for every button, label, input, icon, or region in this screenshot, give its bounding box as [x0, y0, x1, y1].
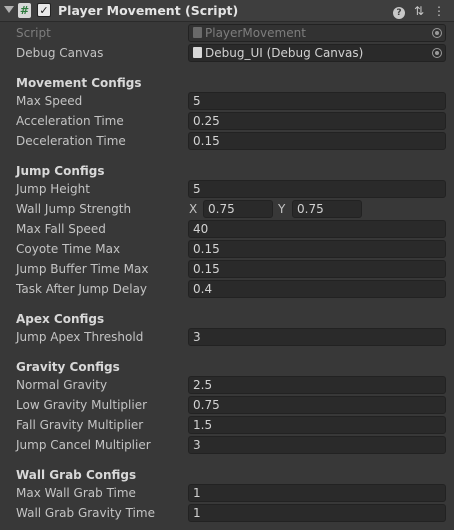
normal-gravity-label[interactable]: Normal Gravity: [16, 378, 107, 392]
max-wall-grab-time-label[interactable]: Max Wall Grab Time: [16, 486, 136, 500]
normal-gravity-field[interactable]: 2.5: [188, 376, 446, 394]
wall-jump-y-field[interactable]: 0.75: [292, 200, 362, 218]
script-value: PlayerMovement: [205, 26, 306, 40]
max-speed-field[interactable]: 5: [188, 92, 446, 110]
coyote-time-max-field[interactable]: 0.15: [188, 240, 446, 258]
apex-configs-header: Apex Configs: [16, 312, 105, 326]
enabled-checkbox[interactable]: ✓: [37, 3, 51, 17]
gravity-configs-header: Gravity Configs: [16, 360, 120, 374]
debug-canvas-field[interactable]: Debug_UI (Debug Canvas): [188, 44, 446, 62]
help-icon[interactable]: ?: [392, 3, 406, 19]
wall-grab-gravity-time-field[interactable]: 1: [188, 504, 446, 522]
presets-icon[interactable]: ⇅: [412, 3, 426, 19]
jump-buffer-time-max-label[interactable]: Jump Buffer Time Max: [16, 262, 149, 276]
script-field: PlayerMovement: [188, 24, 446, 42]
movement-configs-header: Movement Configs: [16, 76, 142, 90]
max-fall-speed-field[interactable]: 40: [188, 220, 446, 238]
task-after-jump-delay-field[interactable]: 0.4: [188, 280, 446, 298]
coyote-time-max-label[interactable]: Coyote Time Max: [16, 242, 120, 256]
low-gravity-multiplier-field[interactable]: 0.75: [188, 396, 446, 414]
wall-jump-strength-label[interactable]: Wall Jump Strength: [16, 202, 131, 216]
jump-apex-threshold-label[interactable]: Jump Apex Threshold: [16, 330, 143, 344]
script-file-icon: [193, 27, 202, 38]
jump-cancel-multiplier-field[interactable]: 3: [188, 436, 446, 454]
prefab-file-icon: [193, 47, 202, 58]
jump-cancel-multiplier-label[interactable]: Jump Cancel Multiplier: [16, 438, 151, 452]
task-after-jump-delay-label[interactable]: Task After Jump Delay: [16, 282, 147, 296]
script-icon: #: [18, 3, 31, 18]
max-wall-grab-time-field[interactable]: 1: [188, 484, 446, 502]
jump-apex-threshold-field[interactable]: 3: [188, 328, 446, 346]
foldout-arrow-icon[interactable]: [4, 6, 14, 13]
acceleration-time-label[interactable]: Acceleration Time: [16, 114, 124, 128]
deceleration-time-label[interactable]: Deceleration Time: [16, 134, 126, 148]
script-label: Script: [16, 26, 51, 40]
jump-height-field[interactable]: 5: [188, 180, 446, 198]
wall-grab-gravity-time-label[interactable]: Wall Grab Gravity Time: [16, 506, 155, 520]
object-picker-icon: [432, 28, 442, 38]
wall-jump-x-label[interactable]: X: [189, 202, 197, 216]
debug-canvas-label: Debug Canvas: [16, 46, 104, 60]
wall-jump-y-label[interactable]: Y: [278, 202, 285, 216]
max-speed-label[interactable]: Max Speed: [16, 94, 82, 108]
debug-canvas-value: Debug_UI (Debug Canvas): [205, 46, 364, 60]
wall-grab-configs-header: Wall Grab Configs: [16, 468, 137, 482]
component-title: Player Movement (Script): [58, 3, 239, 18]
jump-height-label[interactable]: Jump Height: [16, 182, 90, 196]
wall-jump-x-field[interactable]: 0.75: [203, 200, 273, 218]
deceleration-time-field[interactable]: 0.15: [188, 132, 446, 150]
low-gravity-multiplier-label[interactable]: Low Gravity Multiplier: [16, 398, 147, 412]
acceleration-time-field[interactable]: 0.25: [188, 112, 446, 130]
context-menu-icon[interactable]: ⋮: [432, 3, 446, 19]
object-picker-icon[interactable]: [432, 48, 442, 58]
component-header[interactable]: # ✓ Player Movement (Script) ? ⇅ ⋮: [0, 0, 454, 22]
fall-gravity-multiplier-field[interactable]: 1.5: [188, 416, 446, 434]
fall-gravity-multiplier-label[interactable]: Fall Gravity Multiplier: [16, 418, 143, 432]
max-fall-speed-label[interactable]: Max Fall Speed: [16, 222, 106, 236]
jump-configs-header: Jump Configs: [16, 164, 105, 178]
jump-buffer-time-max-field[interactable]: 0.15: [188, 260, 446, 278]
